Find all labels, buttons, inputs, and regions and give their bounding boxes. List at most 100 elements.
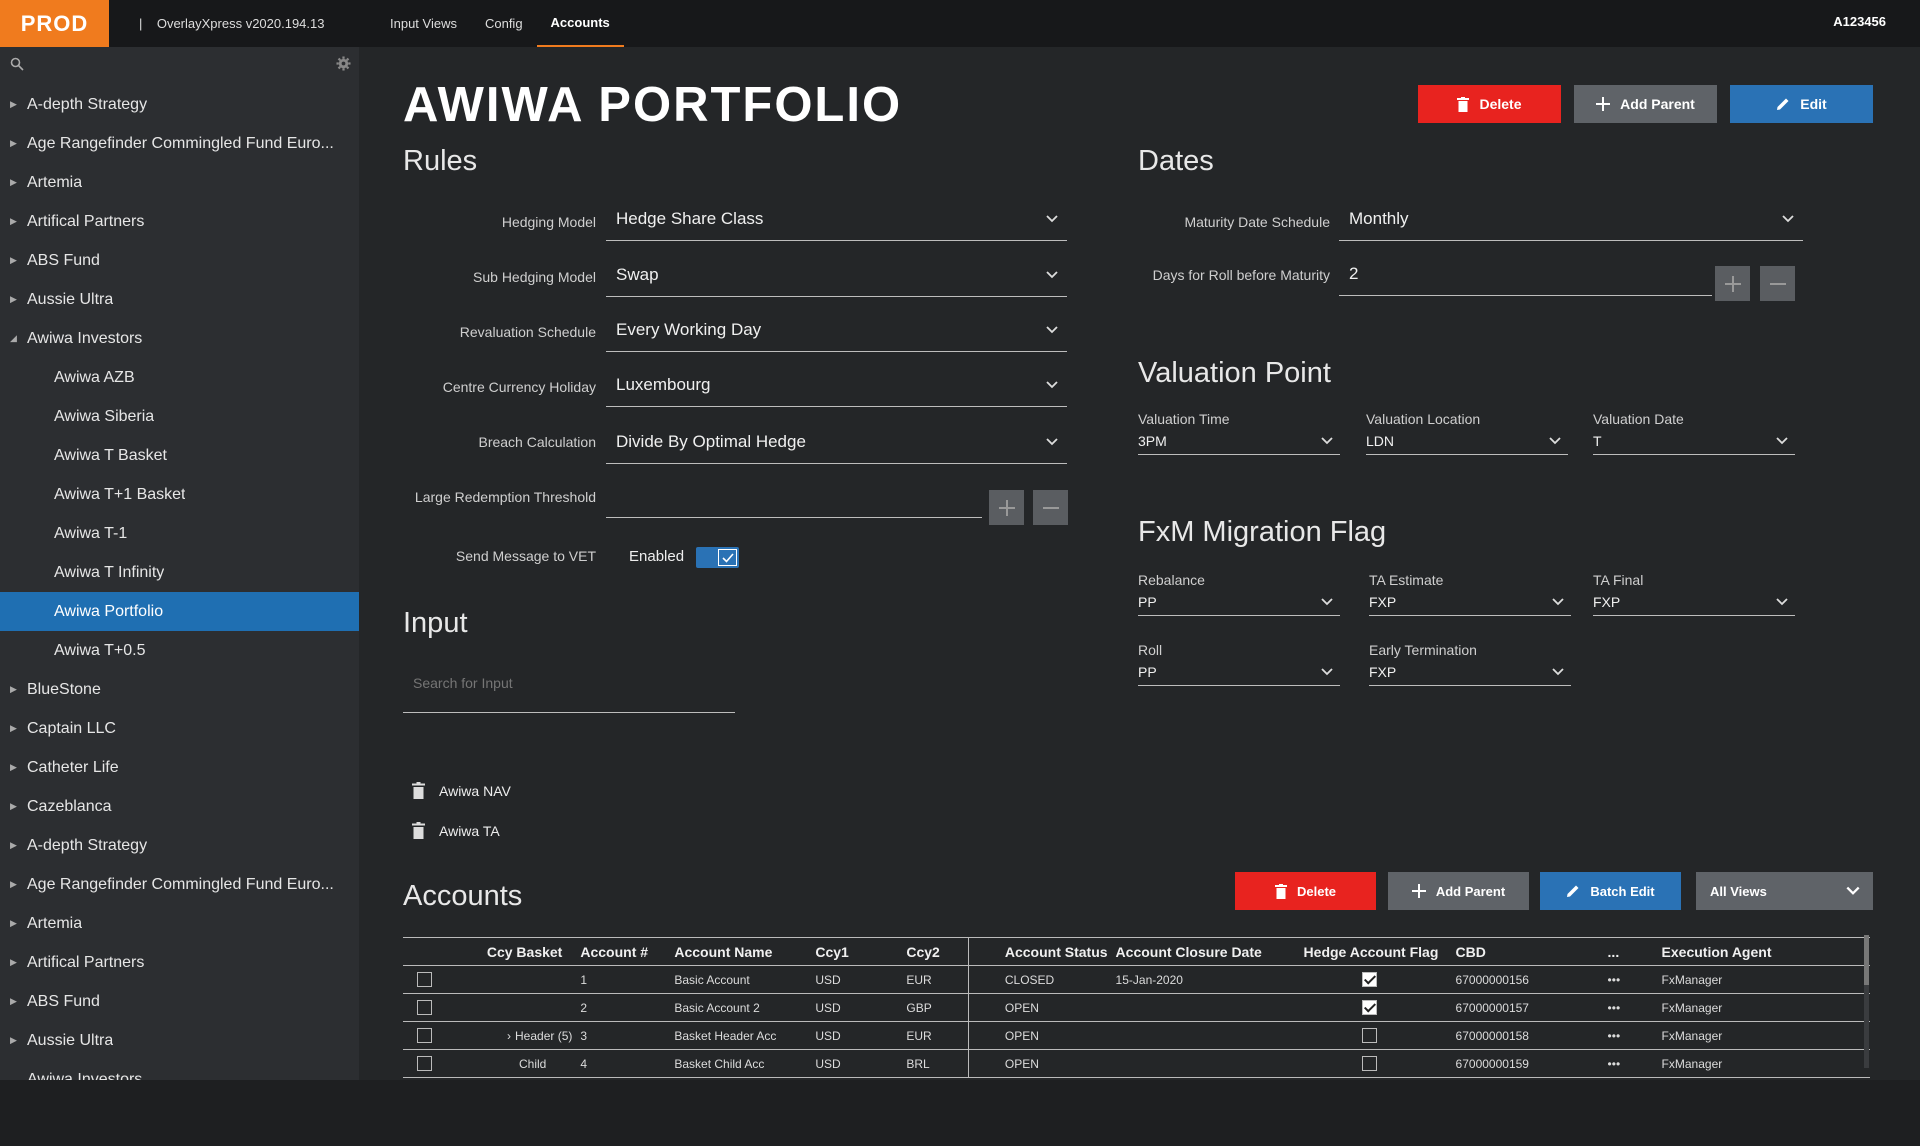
column-header[interactable]: ... [1603,937,1658,966]
column-header[interactable]: Ccy1 [811,937,903,966]
tab-config[interactable]: Config [471,0,537,47]
sidebar-item-awiwa-portfolio[interactable]: Awiwa Portfolio [0,592,359,631]
sidebar-child-item[interactable]: Awiwa T+0.5 [0,631,359,670]
table-row[interactable]: 2 Basic Account 2 USD GBP OPEN 670000001… [403,993,1870,1022]
row-checkbox[interactable] [417,1028,432,1044]
sidebar-item[interactable]: ▶ Artifical Partners [0,943,359,982]
column-header[interactable]: Account # [576,937,671,966]
revaluation-schedule-dropdown[interactable]: Every Working Day [606,309,1067,352]
column-header[interactable]: Ccy Basket [443,937,577,966]
more-options-icon[interactable]: ••• [1603,965,1658,994]
user-id[interactable]: A123456 [1833,14,1886,29]
edit-button[interactable]: Edit [1730,85,1873,123]
ta-final-dropdown[interactable]: FXP [1593,589,1795,616]
increment-button[interactable] [1715,266,1750,301]
sidebar-item[interactable]: ▶ ABS Fund [0,241,359,280]
sidebar-item[interactable]: Awiwa Investors [0,1060,359,1081]
sidebar-item[interactable]: ▶ Artifical Partners [0,202,359,241]
sidebar-child-item[interactable]: Awiwa Siberia [0,397,359,436]
add-parent-button[interactable]: Add Parent [1574,85,1717,123]
row-checkbox[interactable] [417,972,432,988]
days-roll-input[interactable]: 2 [1339,253,1712,296]
row-checkbox[interactable] [417,1056,432,1072]
sidebar-child-item[interactable]: Awiwa T+1 Basket [0,475,359,514]
sidebar-item[interactable]: ▶ Aussie Ultra [0,1021,359,1060]
accounts-add-parent-button[interactable]: Add Parent [1388,872,1529,910]
increment-button[interactable] [989,490,1024,525]
trash-icon[interactable] [412,782,425,799]
column-header[interactable]: CBD [1451,937,1604,966]
sidebar-item[interactable]: ▶ Aussie Ultra [0,280,359,319]
valuation-time-dropdown[interactable]: 3PM [1138,428,1340,455]
breach-calculation-dropdown[interactable]: Divide By Optimal Hedge [606,421,1067,464]
early-termination-dropdown[interactable]: FXP [1369,659,1571,686]
ccy-basket-cell[interactable]: › Header (5) [443,1021,577,1050]
column-header[interactable]: Account Closure Date [1111,937,1300,966]
tab-input-views[interactable]: Input Views [376,0,471,47]
sidebar-item[interactable]: ▶ ABS Fund [0,982,359,1021]
centre-currency-holiday-dropdown[interactable]: Luxembourg [606,364,1067,407]
sidebar-child-item[interactable]: Awiwa T-1 [0,514,359,553]
ccy-basket-cell [443,993,577,1022]
accounts-delete-button[interactable]: Delete [1235,872,1376,910]
decrement-button[interactable] [1033,490,1068,525]
vertical-scrollbar[interactable] [1864,935,1869,1068]
table-row[interactable]: Child 4 Basket Child Acc USD BRL OPEN 67… [403,1049,1870,1078]
sidebar-child-item[interactable]: Awiwa AZB [0,358,359,397]
row-checkbox[interactable] [417,1000,432,1016]
hedge-account-flag-checkbox[interactable] [1361,1028,1377,1044]
sidebar-item[interactable]: ▶ BlueStone [0,670,359,709]
delete-button[interactable]: Delete [1418,85,1561,123]
sidebar-item[interactable]: ▶ Age Rangefinder Commingled Fund Euro... [0,865,359,904]
table-row[interactable]: › Header (5) 3 Basket Header Acc USD EUR … [403,1021,1870,1050]
sidebar-item[interactable]: ▶ A-depth Strategy [0,826,359,865]
more-options-icon[interactable]: ••• [1603,1049,1658,1078]
hedge-account-flag-checkbox[interactable] [1361,1000,1377,1016]
column-header[interactable]: Hedge Account Flag [1299,937,1452,966]
decrement-button[interactable] [1760,266,1795,301]
hedge-account-flag-checkbox[interactable] [1361,972,1377,988]
input-search[interactable] [403,663,735,703]
column-header[interactable]: Account Name [670,937,812,966]
hedge-account-flag-checkbox[interactable] [1361,1056,1377,1072]
hedging-model-dropdown[interactable]: Hedge Share Class [606,198,1067,241]
sidebar-item[interactable]: ▶ Catheter Life [0,748,359,787]
maturity-schedule-dropdown[interactable]: Monthly [1339,198,1803,241]
trash-icon[interactable] [412,822,425,839]
sidebar-child-item[interactable]: Awiwa T Basket [0,436,359,475]
valuation-date-dropdown[interactable]: T [1593,428,1795,455]
send-message-toggle[interactable] [696,547,739,568]
sidebar-item[interactable]: ▶ Artemia [0,904,359,943]
table-row[interactable]: 1 Basic Account USD EUR CLOSED 15-Jan-20… [403,965,1870,994]
chevron-right-icon[interactable]: › [507,1029,511,1043]
rebalance-dropdown[interactable]: PP [1138,589,1340,616]
valuation-location-dropdown[interactable]: LDN [1366,428,1568,455]
sidebar-item-awiwa-investors[interactable]: ◢ Awiwa Investors [0,319,359,358]
gear-icon[interactable] [336,56,351,76]
search-icon[interactable] [10,57,24,76]
sidebar-item[interactable]: ▶ Artemia [0,163,359,202]
vertical-scrollbar-thumb[interactable] [1864,935,1869,985]
column-header[interactable]: Account Status [967,937,1112,966]
ta-estimate-dropdown[interactable]: FXP [1369,589,1571,616]
more-options-icon[interactable]: ••• [1603,993,1658,1022]
column-header[interactable]: Execution Agent [1657,937,1870,966]
sidebar-item[interactable]: ▶ A-depth Strategy [0,85,359,124]
caret-right-icon: ▶ [10,684,17,694]
input-search-field[interactable] [403,663,735,713]
roll-dropdown[interactable]: PP [1138,659,1340,686]
views-dropdown[interactable]: All Views [1696,872,1873,910]
tab-accounts[interactable]: Accounts [536,0,624,47]
large-redemption-threshold-input[interactable] [606,475,982,518]
sidebar-item-label: ABS Fund [27,251,100,269]
sidebar-item[interactable]: ▶ Cazeblanca [0,787,359,826]
sidebar-item[interactable]: ▶ Age Rangefinder Commingled Fund Euro... [0,124,359,163]
sidebar-item-label: Catheter Life [27,758,119,776]
caret-right-icon: ▶ [10,255,17,265]
batch-edit-button[interactable]: Batch Edit [1540,872,1681,910]
column-header[interactable]: Ccy2 [902,937,969,966]
sidebar-item[interactable]: ▶ Captain LLC [0,709,359,748]
sidebar-child-item[interactable]: Awiwa T Infinity [0,553,359,592]
sub-hedging-model-dropdown[interactable]: Swap [606,254,1067,297]
more-options-icon[interactable]: ••• [1603,1021,1658,1050]
